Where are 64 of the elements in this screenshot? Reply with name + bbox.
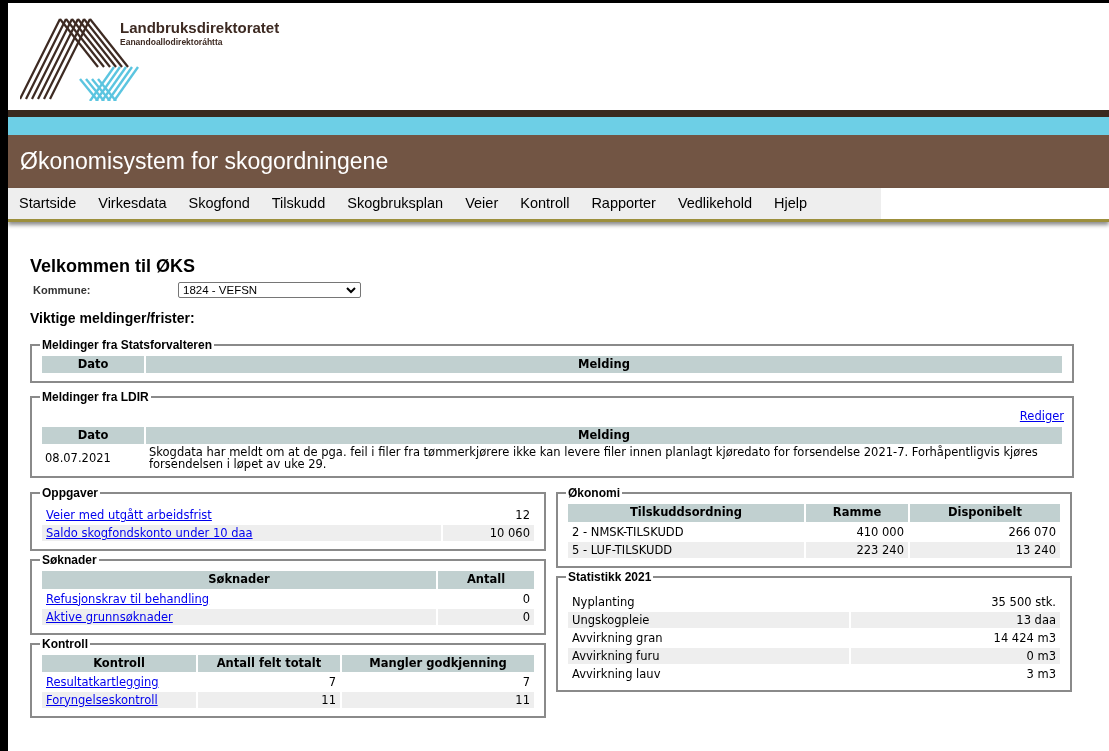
table-cell: Avvirkning gran — [572, 630, 663, 645]
table-cell: 7 — [522, 674, 530, 689]
column-header: Dato — [41, 426, 145, 446]
column-header: Disponibelt — [909, 503, 1061, 523]
column-header: Antall felt totalt — [197, 653, 341, 673]
section-legend: Meldinger fra LDIR — [40, 387, 151, 406]
table-cell: 13 daa — [1016, 612, 1056, 627]
table-cell: 410 000 — [856, 524, 904, 539]
table-cell: 2 - NMSK-TILSKUDD — [572, 524, 684, 539]
column-header: Mangler godkjenning — [341, 653, 535, 673]
chevron-down-icon — [346, 286, 356, 294]
section-heading: Viktige meldinger/frister: — [30, 308, 196, 328]
nav-link[interactable]: Startside — [8, 192, 88, 215]
table-cell: Skogdata har meldt om at de pga. feil i filer fra tømmerkjørere ikke kan levere filer innen planlagt kjøredato for forsendelse 2021-7. Forhåpentligvis kjøres forsendelsen i løpet av uke 29. — [149, 445, 1038, 472]
nav-link[interactable]: Virkesdata — [87, 192, 178, 215]
column-header: Melding — [145, 426, 1063, 446]
section-legend: Oppgaver — [40, 484, 100, 503]
table-cell: 0 — [522, 591, 530, 606]
column-header: Søknader — [41, 570, 437, 590]
page-heading: Velkommen til ØKS — [30, 255, 197, 277]
table-cell: 11 — [515, 692, 530, 707]
column-header: Ramme — [805, 503, 909, 523]
section-legend: Meldinger fra Statsforvalteren — [40, 335, 215, 354]
column-header: Antall — [437, 570, 535, 590]
nav-link[interactable]: Tilskudd — [260, 192, 337, 215]
app-title: Økonomisystem for skogordningene — [20, 147, 389, 177]
section-legend: Økonomi — [566, 484, 622, 503]
table-cell: 13 240 — [1015, 542, 1056, 557]
table-cell: 0 — [522, 609, 530, 624]
edit-link[interactable]: Rediger — [1019, 407, 1064, 425]
table-cell: Nyplanting — [572, 594, 635, 609]
table-cell: 35 500 stk. — [991, 594, 1056, 609]
table-cell: 14 424 m3 — [993, 630, 1056, 645]
org-name: Landbruksdirektoratet — [120, 19, 280, 37]
table-cell: 12 — [515, 508, 530, 523]
section-legend: Søknader — [40, 551, 99, 570]
nav-link[interactable]: Veier — [454, 192, 510, 215]
table-cell: 10 060 — [489, 526, 530, 541]
table-cell: 7 — [328, 674, 336, 689]
table-cell: 223 240 — [856, 542, 904, 557]
table-cell: 0 m3 — [1026, 648, 1056, 663]
table-cell: 08.07.2021 — [45, 450, 111, 465]
table-cell: 266 070 — [1008, 524, 1056, 539]
nav-link[interactable]: Vedlikehold — [666, 192, 764, 215]
column-header: Tilskuddsordning — [567, 503, 805, 523]
nav-link[interactable]: Hjelp — [763, 192, 819, 215]
nav-link[interactable]: Skogfond — [177, 192, 261, 215]
table-cell: Avvirkning lauv — [572, 666, 661, 681]
table-cell: 5 - LUF-TILSKUDD — [572, 542, 673, 557]
field-label: Kommune: — [33, 283, 92, 298]
section-legend: Statistikk 2021 — [566, 567, 654, 586]
table-cell: 11 — [321, 692, 336, 707]
nav-link[interactable]: Skogbruksplan — [336, 192, 455, 215]
table-cell: Ungskogpleie — [572, 612, 650, 627]
table-cell: 3 m3 — [1026, 666, 1056, 681]
nav-link[interactable]: Kontroll — [509, 192, 581, 215]
section-legend: Kontroll — [40, 634, 90, 653]
nav-link[interactable]: Rapporter — [580, 192, 667, 215]
column-header: Kontroll — [41, 653, 197, 673]
column-header: Melding — [145, 354, 1063, 374]
kommune-select[interactable]: 1824 - VEFSN — [178, 282, 361, 299]
table-cell: Avvirkning furu — [572, 648, 660, 663]
column-header: Dato — [41, 354, 145, 374]
org-subname: Eanandoallodirektoráhtta — [120, 37, 224, 47]
